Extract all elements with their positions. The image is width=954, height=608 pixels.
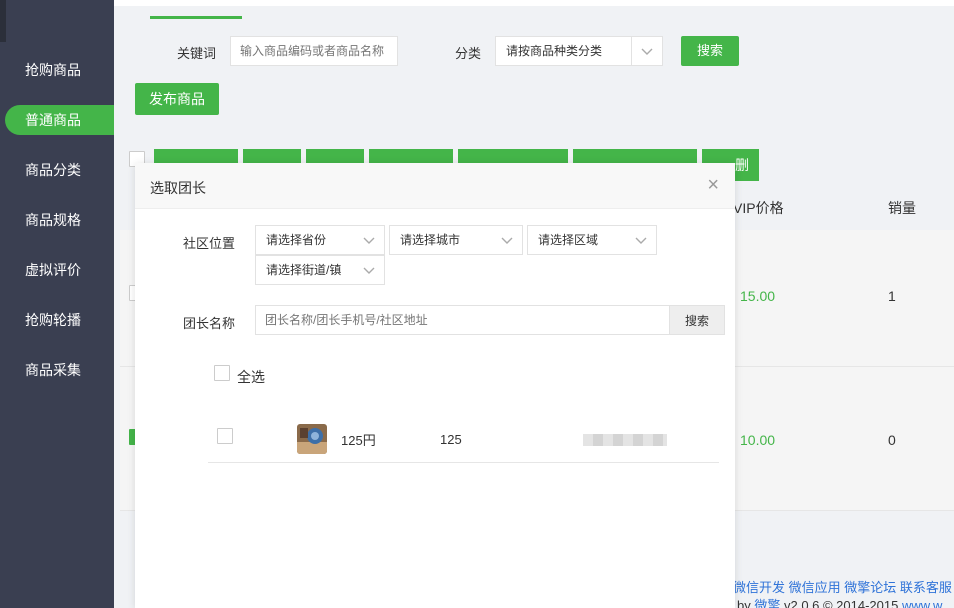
select-all-checkbox[interactable]: [214, 365, 230, 381]
search-button[interactable]: 搜索: [681, 36, 739, 66]
vip-price-cell: 15.00: [740, 288, 776, 304]
avatar-image-icon: [297, 424, 327, 454]
leader-checkbox[interactable]: [217, 428, 233, 444]
sidebar-item-flash-carousel[interactable]: 抢购轮播: [0, 305, 114, 335]
sidebar-item-virtual-review[interactable]: 虚拟评价: [0, 255, 114, 285]
publish-goods-button[interactable]: 发布商品: [135, 83, 219, 115]
modal-title: 选取团长: [150, 180, 206, 196]
chevron-down-icon: [363, 237, 375, 244]
chevron-down-icon: [641, 48, 653, 55]
leader-search-input[interactable]: [255, 305, 671, 335]
leader-name: 125円: [341, 433, 376, 448]
sidebar-item-goods-spec[interactable]: 商品规格: [0, 205, 114, 235]
sales-cell: 0: [888, 432, 896, 448]
list-divider: [208, 462, 719, 463]
sidebar-item-flash-sale-goods[interactable]: 抢购商品: [0, 55, 114, 85]
chevron-down-icon: [501, 237, 513, 244]
select-leader-modal: 选取团长 × 社区位置 请选择省份 请选择城市 请选择区域 请选择街道/镇 团长…: [135, 163, 735, 608]
chevron-down-icon: [363, 267, 375, 274]
street-select-value: 请选择街道/镇: [266, 263, 342, 277]
sales-cell: 1: [888, 288, 896, 304]
province-select-value: 请选择省份: [266, 233, 327, 247]
keyword-label: 关键词: [177, 46, 217, 61]
district-select[interactable]: 请选择区域: [527, 225, 657, 255]
sales-header: 销量: [888, 200, 916, 216]
avatar: [297, 424, 327, 454]
district-select-value: 请选择区域: [538, 233, 599, 247]
street-select[interactable]: 请选择街道/镇: [255, 255, 385, 285]
leader-name-label: 团长名称: [183, 316, 236, 331]
copy-suffix: v2.0.6 © 2014-2015: [780, 598, 902, 608]
community-location-label: 社区位置: [183, 236, 236, 251]
chevron-down-icon: [635, 237, 647, 244]
leader-phone: 125: [440, 432, 462, 447]
vip-price-header: VIP价格: [733, 200, 784, 216]
category-label: 分类: [455, 46, 482, 61]
close-icon[interactable]: ×: [707, 175, 719, 195]
sidebar-item-goods-collect[interactable]: 商品采集: [0, 355, 114, 385]
province-select[interactable]: 请选择省份: [255, 225, 385, 255]
category-select-value: 请按商品种类分类: [506, 44, 603, 58]
sidebar-item-goods-category[interactable]: 商品分类: [0, 155, 114, 185]
sidebar-topbar: [0, 0, 6, 42]
city-select[interactable]: 请选择城市: [389, 225, 523, 255]
keyword-input[interactable]: [230, 36, 398, 66]
footer-copyright: by 微擎 v2.0.6 © 2014-2015 www.w: [737, 595, 942, 608]
vip-price-cell: 10.00: [740, 432, 776, 448]
select-divider: [631, 37, 632, 65]
sidebar: 抢购商品 普通商品 商品分类 商品规格 虚拟评价 抢购轮播 商品采集: [0, 0, 114, 608]
brand-link[interactable]: 微擎: [754, 598, 780, 608]
copy-prefix: by: [737, 598, 755, 608]
category-select[interactable]: 请按商品种类分类: [495, 36, 663, 66]
leader-search-button[interactable]: 搜索: [669, 305, 725, 335]
footer-links[interactable]: 微信开发 微信应用 微擎论坛 联系客服: [733, 577, 952, 596]
active-tab-indicator: [150, 16, 242, 19]
city-select-value: 请选择城市: [400, 233, 461, 247]
site-link[interactable]: www.w: [902, 598, 942, 608]
sidebar-item-normal-goods[interactable]: 普通商品: [5, 105, 114, 135]
modal-header: 选取团长 ×: [135, 163, 735, 209]
select-all-label: 全选: [237, 369, 265, 385]
leader-address-redacted: [583, 434, 667, 446]
